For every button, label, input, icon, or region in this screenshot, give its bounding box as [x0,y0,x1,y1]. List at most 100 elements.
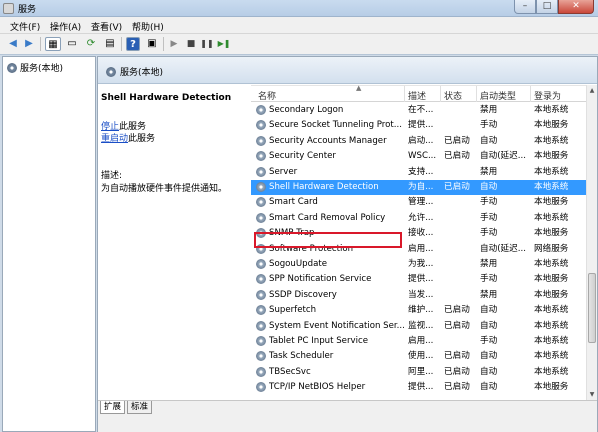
scroll-down-icon[interactable]: ▼ [587,389,597,400]
service-gear-icon [256,120,266,131]
service-status-cell: 已启动 [444,305,470,316]
table-row[interactable]: Security Center WSC... 已启动 自动(延迟... 本地服务 [251,149,587,164]
services-list: ▲ 名称 描述 状态 启动类型 登录为 Secondary Logon 在不...… [251,85,597,400]
vertical-scrollbar[interactable]: ▲ ▼ [586,85,597,400]
service-startup-cell: 手动 [480,197,498,208]
table-row[interactable]: SPP Notification Service 提供... 手动 本地服务 [251,272,587,287]
service-status-cell: 已启动 [444,351,470,362]
refresh-icon[interactable]: ⟳ [84,37,98,51]
tab-extended[interactable]: 扩展 [100,401,126,414]
service-startup-cell: 自动 [480,135,498,146]
restart-service-action: 重启动此服务 [101,131,155,144]
service-name-cell: Server [269,166,298,177]
service-startup-cell: 手动 [480,228,498,239]
scroll-thumb[interactable] [588,273,596,343]
help-icon[interactable]: ? [126,37,140,51]
service-gear-icon [256,305,266,316]
service-gear-icon [256,289,266,300]
tab-standard[interactable]: 标准 [127,401,153,414]
service-desc-cell: 管理... [408,197,434,208]
close-icon: ✕ [572,1,580,11]
close-button[interactable]: ✕ [558,0,594,14]
service-logon-cell: 本地系统 [534,305,569,316]
table-row[interactable]: Smart Card Removal Policy 允许... 手动 本地系统 [251,211,587,226]
restart-link-suffix: 此服务 [128,134,156,144]
service-logon-cell: 本地系统 [534,259,569,269]
menu-action[interactable]: 操作(A) [50,20,81,33]
properties-icon[interactable]: ▭ [65,37,79,51]
minimize-button[interactable]: – [514,0,536,14]
service-status-cell: 已启动 [444,382,470,393]
table-row[interactable]: Superfetch 维护... 已启动 自动 本地系统 [251,303,587,318]
table-row[interactable]: Task Scheduler 使用... 已启动 自动 本地系统 [251,349,587,364]
panel-icon[interactable]: ▣ [145,37,159,51]
service-startup-cell: 自动 [480,382,498,393]
menu-help[interactable]: 帮助(H) [132,20,164,33]
menu-bar: 文件(F) 操作(A) 查看(V) 帮助(H) [0,17,598,34]
play-icon[interactable]: ▶ [167,37,181,51]
content-pane: 服务(本地) Shell Hardware Detection 停止此服务 重启… [97,56,598,432]
service-gear-icon [256,336,266,346]
table-row[interactable]: System Event Notification Ser... 监视... 已启动… [251,319,587,334]
menu-view[interactable]: 查看(V) [91,20,122,33]
table-row[interactable]: TBSecSvc 阿里... 已启动 自动 本地系统 [251,365,587,380]
service-name-cell: Secure Socket Tunneling Prot... [269,120,402,131]
service-logon-cell: 本地系统 [534,351,569,362]
menu-file[interactable]: 文件(F) [10,20,40,33]
table-row[interactable]: Smart Card 管理... 手动 本地服务 [251,195,587,210]
forward-arrow-icon[interactable]: ▶ [22,37,36,51]
service-name-cell: TBSecSvc [269,366,311,377]
column-status[interactable]: 状态 [444,89,462,102]
service-startup-cell: 手动 [480,336,498,346]
table-row[interactable]: TCP/IP NetBIOS Helper 提供... 已启动 自动 本地服务 [251,380,587,395]
scroll-up-icon[interactable]: ▲ [587,85,597,96]
table-row[interactable]: Server 支持... 禁用 本地系统 [251,165,587,180]
tree-item-services-local[interactable]: 服务(本地) [7,61,63,74]
console-tree-icon[interactable]: ▦ [45,37,61,51]
service-desc-cell: 提供... [408,382,434,393]
service-logon-cell: 本地系统 [534,182,569,192]
service-desc-cell: 提供... [408,274,434,285]
column-logon-as[interactable]: 登录为 [534,89,561,102]
table-row[interactable]: SogouUpdate 为我... 禁用 本地系统 [251,257,587,272]
table-row[interactable]: SSDP Discovery 当发... 禁用 本地服务 [251,288,587,303]
back-arrow-icon[interactable]: ◀ [6,37,20,51]
pause-icon[interactable]: ❚❚ [200,37,214,51]
service-logon-cell: 本地系统 [534,166,569,177]
restart-link[interactable]: 重启动 [101,134,128,144]
export-icon[interactable]: ▤ [103,37,117,51]
maximize-icon: □ [542,1,552,11]
maximize-button[interactable]: □ [536,0,558,14]
list-header: ▲ 名称 描述 状态 启动类型 登录为 [251,85,597,102]
service-gear-icon [256,197,266,208]
service-startup-cell: 手动 [480,212,498,223]
sort-arrow-icon: ▲ [356,85,362,92]
selected-row-highlight [254,232,402,248]
service-logon-cell: 本地系统 [534,366,569,377]
service-startup-cell: 自动(延迟... [480,151,526,162]
table-row[interactable]: Security Accounts Manager 启动... 已启动 自动 本地系统 [251,134,587,149]
restart-icon[interactable]: ▶❚ [216,37,232,51]
service-logon-cell: 网络服务 [534,243,569,254]
status-bar [98,414,597,432]
service-gear-icon [256,320,266,331]
table-row[interactable]: Shell Hardware Detection 为自... 已启动 自动 本地系统 [251,180,587,196]
service-desc-cell: 启动... [408,135,434,146]
service-logon-cell: 本地系统 [534,336,569,346]
column-startup-type[interactable]: 启动类型 [480,89,516,102]
content-header-title: 服务(本地) [120,68,164,78]
service-logon-cell: 本地服务 [534,228,569,239]
table-row[interactable]: Tablet PC Input Service 启用... 手动 本地系统 [251,334,587,349]
service-name-cell: SSDP Discovery [269,289,337,300]
service-gear-icon [256,382,266,393]
service-gear-icon [256,274,266,285]
table-row[interactable]: Secure Socket Tunneling Prot... 提供... 手动 本地… [251,118,587,133]
stop-icon[interactable]: ■ [184,37,198,51]
services-app-icon [3,3,14,14]
column-description[interactable]: 描述 [408,89,426,102]
table-row[interactable]: Secondary Logon 在不... 禁用 本地系统 [251,103,587,118]
service-logon-cell: 本地服务 [534,274,569,285]
service-gear-icon [256,182,266,192]
service-startup-cell: 手动 [480,120,498,131]
column-name[interactable]: 名称 [258,89,276,102]
